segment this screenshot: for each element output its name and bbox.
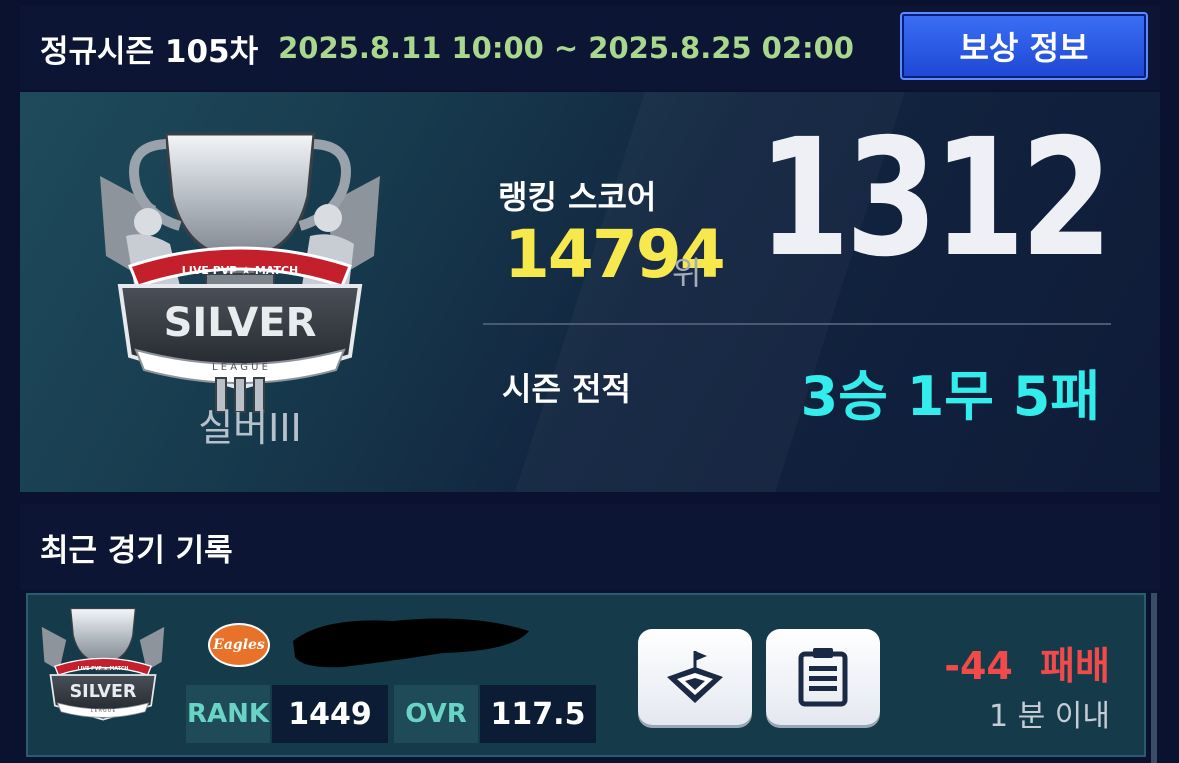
season-dates: 2025.8.11 10:00 ~ 2025.8.25 02:00	[278, 31, 854, 65]
lineup-clipboard-icon	[798, 648, 848, 707]
season-record-label: 시즌 전적	[502, 370, 631, 408]
result-label: 패배	[1040, 644, 1110, 688]
rank-unit: 위	[672, 254, 702, 292]
lineup-button[interactable]	[766, 629, 880, 725]
season-title: 정규시즌 105차	[40, 33, 259, 70]
reward-info-button[interactable]: 보상 정보	[900, 12, 1148, 80]
opponent-team-logo: Eagles	[208, 623, 270, 667]
small-emblem-league-name: SILVER	[70, 682, 137, 702]
emblem-league-sub: L E A G U E	[212, 362, 268, 373]
small-emblem-league-sub: L E A G U E	[91, 708, 116, 714]
emblem-ribbon-text: LIVE PVP ★ MATCH	[182, 264, 299, 277]
ranking-score: 1312	[757, 105, 1113, 293]
ovr-label: OVR	[394, 685, 478, 743]
divider	[483, 323, 1111, 325]
opponent-league-emblem: LIVE PVP ★ MATCH SILVER L E A G U E	[41, 607, 165, 721]
match-record-row[interactable]: LIVE PVP ★ MATCH SILVER L E A G U E Eagl…	[26, 593, 1146, 757]
redacted-opponent-name	[293, 618, 529, 668]
recent-matches-title: 최근 경기 기록	[40, 532, 233, 569]
season-header: 정규시즌 105차 2025.8.11 10:00 ~ 2025.8.25 02…	[20, 6, 1160, 90]
stadium-button[interactable]	[638, 629, 752, 725]
emblem-league-name: SILVER	[164, 300, 317, 346]
stadium-icon	[667, 651, 723, 703]
score-change: -44	[944, 644, 1013, 688]
small-emblem-ribbon-text: LIVE PVP ★ MATCH	[78, 666, 129, 672]
opponent-rank: 1449	[272, 685, 388, 743]
ranking-score-label: 랭킹 스코어	[498, 178, 657, 216]
ranking-panel: LIVE PVP ★ MATCH SILVER L E A G U E 실버II…	[20, 92, 1160, 492]
season-record-value: 3승 1무 5패	[800, 365, 1100, 428]
tier-name: 실버III	[198, 406, 302, 450]
match-result: -44 패배	[944, 635, 1110, 690]
opponent-ovr: 117.5	[480, 685, 596, 743]
recent-matches-header: 최근 경기 기록	[20, 504, 1160, 590]
match-time: 1 분 이내	[989, 699, 1110, 734]
list-scrollbar[interactable]	[1151, 593, 1157, 763]
rank-label: RANK	[186, 685, 270, 743]
